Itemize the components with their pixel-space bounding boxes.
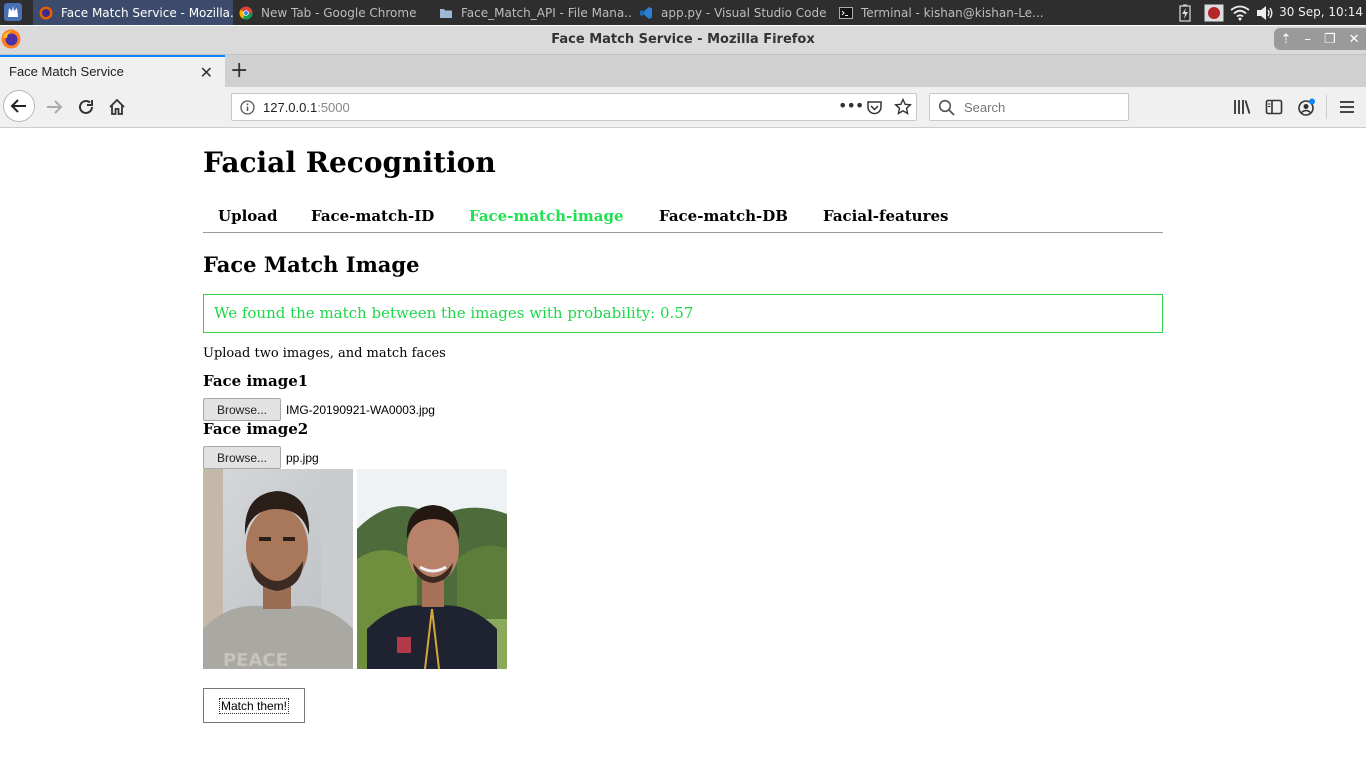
nav-link-facial-features[interactable]: Facial-features bbox=[823, 207, 948, 225]
back-arrow-icon bbox=[10, 99, 26, 113]
reload-icon bbox=[79, 99, 93, 114]
window-title: Face Match Service - Mozilla Firefox bbox=[551, 32, 815, 47]
taskbar-item-label: Face Match Service - Mozilla... bbox=[61, 5, 233, 20]
browser-tab[interactable]: Face Match Service ✕ bbox=[0, 55, 225, 87]
search-bar[interactable]: Search bbox=[929, 93, 1129, 121]
sidebar-icon[interactable] bbox=[1265, 98, 1283, 116]
tab-label: Face Match Service bbox=[9, 64, 124, 79]
home-icon bbox=[109, 98, 125, 115]
face-image2-file-input: Browse... pp.jpg bbox=[203, 446, 319, 469]
forward-arrow-icon bbox=[47, 100, 63, 114]
account-icon[interactable] bbox=[1297, 97, 1317, 117]
match-result-alert: We found the match between the images wi… bbox=[203, 294, 1163, 333]
taskbar-item-vscode[interactable]: app.py - Visual Studio Code bbox=[633, 0, 833, 25]
page-actions-icon[interactable]: ••• bbox=[838, 96, 864, 115]
match-submit-button[interactable]: Match them! bbox=[203, 688, 305, 723]
url-bar[interactable]: 127.0.0.1:5000 ••• bbox=[231, 93, 917, 121]
window-titlebar: Face Match Service - Mozilla Firefox ⇡ –… bbox=[0, 26, 1366, 55]
system-tray bbox=[1178, 0, 1274, 25]
search-placeholder: Search bbox=[964, 100, 1006, 115]
face-image1-filename: IMG-20190921-WA0003.jpg bbox=[286, 402, 435, 417]
url-port: :5000 bbox=[317, 100, 350, 115]
taskbar-item-chrome[interactable]: New Tab - Google Chrome bbox=[233, 0, 433, 25]
face-image2-label: Face image2 bbox=[203, 420, 309, 438]
hamburger-menu-icon[interactable] bbox=[1338, 98, 1356, 116]
taskbar-item-firefox[interactable]: Face Match Service - Mozilla... bbox=[33, 0, 233, 25]
keep-above-icon[interactable]: ⇡ bbox=[1281, 32, 1292, 47]
taskbar-item-file-manager[interactable]: Face_Match_API - File Mana... bbox=[433, 0, 633, 25]
back-button[interactable] bbox=[3, 90, 35, 122]
url-text: 127.0.0.1:5000 bbox=[263, 100, 350, 115]
navigation-toolbar: 127.0.0.1:5000 ••• Search bbox=[0, 87, 1366, 128]
reload-button[interactable] bbox=[74, 93, 98, 121]
battery-icon[interactable] bbox=[1178, 4, 1192, 22]
url-host: 127.0.0.1 bbox=[263, 100, 318, 115]
nav-link-face-match-image[interactable]: Face-match-image bbox=[469, 207, 624, 225]
taskbar-item-label: Terminal - kishan@kishan-Le... bbox=[861, 5, 1043, 20]
face-image1-file-input: Browse... IMG-20190921-WA0003.jpg bbox=[203, 398, 435, 421]
maximize-icon[interactable]: ❐ bbox=[1324, 32, 1336, 47]
face-image1-label: Face image1 bbox=[203, 372, 309, 390]
chrome-icon bbox=[239, 6, 253, 19]
nav-link-face-match-db[interactable]: Face-match-DB bbox=[659, 207, 788, 225]
bookmark-star-icon[interactable] bbox=[894, 98, 912, 116]
instructions-text: Upload two images, and match faces bbox=[203, 346, 446, 361]
clock[interactable]: 30 Sep, 10:14 bbox=[1279, 0, 1363, 25]
taskbar-item-terminal[interactable]: Terminal - kishan@kishan-Le... bbox=[833, 0, 1043, 25]
face-image2-filename: pp.jpg bbox=[286, 450, 319, 465]
face-image1-preview: PEACE bbox=[203, 469, 353, 669]
nav-link-face-match-id[interactable]: Face-match-ID bbox=[311, 207, 434, 225]
vscode-icon bbox=[640, 6, 652, 19]
toolbar-divider bbox=[1326, 95, 1327, 119]
taskbar-item-label: app.py - Visual Studio Code bbox=[661, 5, 827, 20]
home-button[interactable] bbox=[105, 93, 129, 121]
taskbar-item-label: New Tab - Google Chrome bbox=[261, 5, 417, 20]
folder-icon bbox=[440, 8, 452, 18]
minimize-icon[interactable]: – bbox=[1304, 32, 1311, 47]
nav-link-upload[interactable]: Upload bbox=[218, 207, 277, 225]
tab-strip: Face Match Service ✕ + bbox=[0, 55, 1366, 87]
firefox-icon bbox=[39, 6, 53, 19]
terminal-icon bbox=[839, 6, 853, 19]
window-controls: ⇡ – ❐ ✕ bbox=[1274, 28, 1366, 50]
info-icon[interactable] bbox=[240, 100, 255, 115]
volume-icon[interactable] bbox=[1256, 5, 1274, 21]
screen-record-icon[interactable] bbox=[1204, 4, 1224, 22]
site-title: Facial Recognition bbox=[203, 146, 496, 179]
new-tab-icon[interactable]: + bbox=[230, 58, 248, 83]
site-nav: Upload Face-match-ID Face-match-image Fa… bbox=[203, 206, 1163, 233]
os-taskbar: Face Match Service - Mozilla... New Tab … bbox=[0, 0, 1366, 25]
wifi-icon[interactable] bbox=[1230, 5, 1250, 21]
tab-close-icon[interactable]: ✕ bbox=[200, 63, 213, 82]
pocket-icon[interactable] bbox=[866, 99, 883, 116]
library-icon[interactable] bbox=[1233, 98, 1251, 116]
app-menu-icon[interactable] bbox=[3, 2, 23, 22]
page-content: Facial Recognition Upload Face-match-ID … bbox=[0, 128, 1366, 768]
search-icon bbox=[938, 99, 955, 116]
face-image1-browse-button[interactable]: Browse... bbox=[203, 398, 281, 421]
section-title: Face Match Image bbox=[203, 252, 420, 277]
close-icon[interactable]: ✕ bbox=[1349, 32, 1360, 47]
forward-button[interactable] bbox=[42, 93, 66, 121]
svg-text:PEACE: PEACE bbox=[223, 650, 288, 669]
taskbar-item-label: Face_Match_API - File Mana... bbox=[461, 5, 633, 20]
match-submit-label: Match them! bbox=[218, 697, 290, 714]
face-image2-preview bbox=[357, 469, 507, 669]
face-image2-browse-button[interactable]: Browse... bbox=[203, 446, 281, 469]
